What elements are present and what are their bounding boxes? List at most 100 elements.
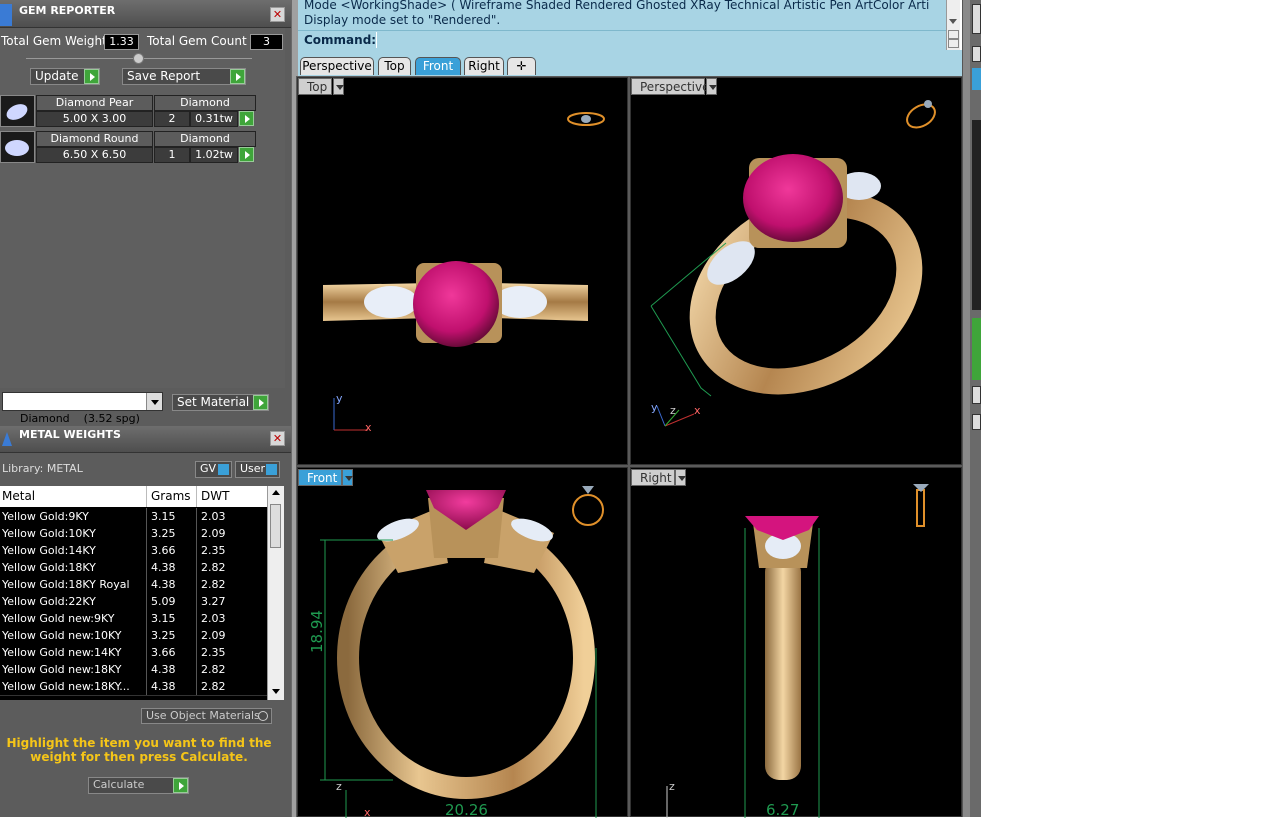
right-toolbar-button-5[interactable] <box>972 414 981 430</box>
viewport-top-menu-icon[interactable] <box>333 78 344 95</box>
set-material-button[interactable]: Set Material <box>172 394 269 411</box>
perspective-axis-x: x <box>694 404 701 417</box>
scroll-thumb[interactable] <box>270 504 281 548</box>
col-metal[interactable]: Metal <box>2 489 35 503</box>
right-thumbnail-strip[interactable] <box>972 120 981 310</box>
scroll-down-icon[interactable] <box>272 689 280 694</box>
metal-grams-cell: 5.09 <box>151 595 176 608</box>
metal-table-row[interactable]: Yellow Gold:18KY Royal 4.38 2.82 <box>0 576 267 594</box>
metal-table-row[interactable]: Yellow Gold:22KY 5.09 3.27 <box>0 593 267 611</box>
viewport-front-menu-icon[interactable] <box>342 469 353 486</box>
viewport-perspective-menu-icon[interactable] <box>706 78 717 95</box>
metal-table-scrollbar[interactable] <box>267 486 284 700</box>
gem-weight-1[interactable]: 0.31tw <box>190 111 238 127</box>
metal-grams-cell: 4.38 <box>151 680 176 693</box>
command-input[interactable] <box>376 32 377 48</box>
material-select[interactable]: Diamond (3.52 spg) <box>2 392 163 425</box>
right-width-dimension: 6.27 <box>766 801 800 819</box>
use-object-materials-toggle[interactable]: Use Object Materials <box>141 708 272 724</box>
tab-right[interactable]: Right <box>464 57 504 75</box>
viewport-perspective-label[interactable]: Perspective <box>631 78 710 95</box>
right-toolbar-button-2[interactable] <box>972 46 981 62</box>
gem-material-2[interactable]: Diamond <box>154 131 256 147</box>
round-gem-icon <box>0 131 35 163</box>
right-toolbar-button-3[interactable] <box>972 68 981 90</box>
update-button[interactable]: Update <box>30 68 100 85</box>
command-line[interactable]: Command: <box>298 30 946 50</box>
total-gem-weight-label: Total Gem Weight <box>1 34 107 48</box>
viewport-right-menu-icon[interactable] <box>675 469 686 486</box>
metal-dwt-cell: 2.82 <box>201 561 226 574</box>
gv-label: GV <box>200 462 217 475</box>
metal-table-row[interactable]: Yellow Gold:10KY 3.25 2.09 <box>0 525 267 543</box>
viewport-right-label[interactable]: Right <box>631 469 675 486</box>
command-prompt-label: Command: <box>304 33 377 47</box>
gem-select-arrow-1-icon[interactable] <box>239 111 254 126</box>
metal-weights-close-icon[interactable]: ✕ <box>270 431 285 446</box>
command-scroll-up-btn[interactable] <box>948 30 959 39</box>
gem-size-1[interactable]: 5.00 X 3.00 <box>36 111 153 127</box>
metal-table-header: Metal Grams DWT <box>0 486 267 507</box>
gem-shape-1[interactable]: Diamond Pear <box>36 95 153 111</box>
hint-text: Highlight the item you want to find the … <box>6 736 272 764</box>
metal-grams-cell: 3.15 <box>151 510 176 523</box>
command-scroll-down-btn[interactable] <box>948 39 959 48</box>
viewport-front-label[interactable]: Front <box>298 469 342 486</box>
splitter-handle[interactable] <box>133 53 144 64</box>
gem-reporter-header: GEM REPORTER ✕ <box>0 0 291 28</box>
save-report-button[interactable]: Save Report <box>122 68 246 85</box>
gem-reporter-close-icon[interactable]: ✕ <box>270 7 285 22</box>
tab-top[interactable]: Top <box>378 57 411 75</box>
user-toggle[interactable]: User <box>235 461 280 478</box>
command-area: Mode <WorkingShade> ( Wireframe Shaded R… <box>298 0 946 50</box>
metal-table-row[interactable]: Yellow Gold:18KY 4.38 2.82 <box>0 559 267 577</box>
viewport-right[interactable]: 6.27 z <box>630 467 962 819</box>
material-select-chevron-icon <box>146 393 162 410</box>
gem-select-arrow-2-icon[interactable] <box>239 147 254 162</box>
metal-grams-cell: 4.38 <box>151 578 176 591</box>
calculate-button[interactable]: Calculate <box>88 777 189 794</box>
metal-table-row[interactable]: Yellow Gold new:18KY... 4.38 2.82 <box>0 678 267 696</box>
viewport-top-label[interactable]: Top <box>298 78 332 95</box>
viewport-perspective[interactable]: y z x <box>630 77 962 465</box>
command-scroll-down-icon[interactable] <box>949 19 957 24</box>
metal-table-row[interactable]: Yellow Gold:14KY 3.66 2.35 <box>0 542 267 560</box>
metal-table-row[interactable]: Yellow Gold new:10KY 3.25 2.09 <box>0 627 267 645</box>
gem-shape-2[interactable]: Diamond Round <box>36 131 153 147</box>
gem-count-1[interactable]: 2 <box>154 111 190 127</box>
gem-size-2[interactable]: 6.50 X 6.50 <box>36 147 153 163</box>
metal-name-cell: Yellow Gold new:14KY <box>2 646 122 659</box>
scroll-up-icon[interactable] <box>272 490 280 495</box>
viewport-top[interactable]: y x <box>297 77 628 465</box>
metal-name-cell: Yellow Gold:22KY <box>2 595 96 608</box>
metal-table-row[interactable]: Yellow Gold new:18KY 4.38 2.82 <box>0 661 267 679</box>
col-grams[interactable]: Grams <box>151 489 191 503</box>
col-dwt[interactable]: DWT <box>201 489 229 503</box>
add-tab-button[interactable]: ✛ <box>507 57 536 75</box>
gem-count-2[interactable]: 1 <box>154 147 190 163</box>
right-nav-ring-icon <box>913 484 929 527</box>
command-history-line2: Display mode set to "Rendered". <box>304 13 501 27</box>
metal-name-cell: Yellow Gold new:18KY... <box>2 680 130 693</box>
metal-table-row[interactable]: Yellow Gold new:14KY 3.66 2.35 <box>0 644 267 662</box>
top-nav-ring-icon <box>567 112 605 126</box>
gem-weight-2[interactable]: 1.02tw <box>190 147 238 163</box>
right-toolbar-button-4[interactable] <box>972 386 981 404</box>
command-scrollbar[interactable] <box>946 0 960 50</box>
use-object-materials-label: Use Object Materials <box>146 709 260 722</box>
gem-material-1[interactable]: Diamond <box>154 95 256 111</box>
viewport-front[interactable]: 18.94 20.26 z x <box>297 467 628 819</box>
set-material-label: Set Material <box>177 395 250 409</box>
metal-grams-cell: 4.38 <box>151 561 176 574</box>
right-divider[interactable] <box>962 0 970 817</box>
gv-toggle[interactable]: GV <box>195 461 232 478</box>
metal-table-row[interactable]: Yellow Gold:9KY 3.15 2.03 <box>0 508 267 526</box>
tab-front[interactable]: Front <box>415 57 461 75</box>
metal-grams-cell: 3.25 <box>151 629 176 642</box>
radio-icon <box>258 711 268 721</box>
right-green-button[interactable] <box>972 318 981 380</box>
right-toolbar-button-1[interactable] <box>972 4 981 34</box>
metal-table-row[interactable]: Yellow Gold new:9KY 3.15 2.03 <box>0 610 267 628</box>
perspective-axis-z: z <box>670 404 676 417</box>
tab-perspective[interactable]: Perspective <box>300 57 374 75</box>
